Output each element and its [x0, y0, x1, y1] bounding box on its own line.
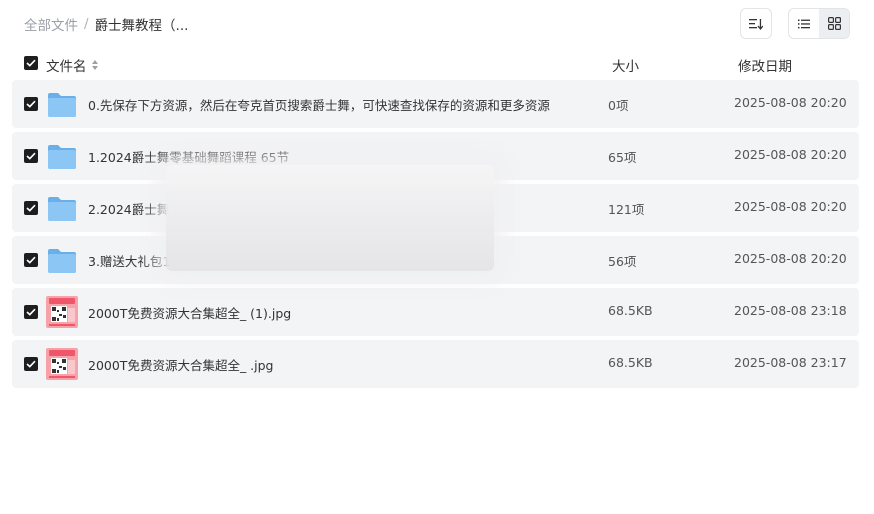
- list-view-icon: [798, 19, 810, 28]
- breadcrumb-current: 爵士舞教程（...: [94, 18, 189, 34]
- file-date: 2025-08-08 20:20: [734, 199, 847, 214]
- file-name[interactable]: 2000T免费资源大合集超全_ .jpg: [88, 355, 274, 374]
- list-view-button[interactable]: [789, 9, 819, 38]
- image-thumbnail-icon: [46, 348, 78, 380]
- grid-view-button[interactable]: [819, 9, 849, 38]
- file-row[interactable]: 2000T免费资源大合集超全_ (1).jpg 68.5KB 2025-08-08 …: [12, 288, 859, 336]
- breadcrumb: 全部文件 / 爵士舞教程（...: [24, 14, 188, 34]
- row-checkbox[interactable]: [24, 149, 38, 163]
- folder-icon: [46, 88, 78, 120]
- file-date: 2025-08-08 23:18: [734, 303, 847, 318]
- check-icon: [26, 59, 36, 67]
- sort-arrows-icon: [91, 60, 98, 70]
- file-name[interactable]: 3.赠送大礼包1: [88, 251, 170, 270]
- row-checkbox[interactable]: [24, 97, 38, 111]
- top-bar: 全部文件 / 爵士舞教程（...: [0, 0, 874, 48]
- check-icon: [26, 100, 36, 108]
- sort-list-icon: [749, 18, 763, 30]
- row-checkbox[interactable]: [24, 305, 38, 319]
- row-checkbox[interactable]: [24, 201, 38, 215]
- file-date: 2025-08-08 20:20: [734, 95, 847, 110]
- file-name[interactable]: 2.2024爵士舞: [88, 199, 169, 218]
- check-icon: [26, 360, 36, 368]
- file-name[interactable]: 0.先保存下方资源，然后在夸克首页搜索爵士舞，可快速查找保存的资源和更多资源: [88, 95, 550, 114]
- column-header-size[interactable]: 大小: [612, 55, 639, 75]
- column-header-date[interactable]: 修改日期: [738, 55, 792, 75]
- folder-icon: [46, 244, 78, 276]
- file-name[interactable]: 1.2024爵士舞零基础舞蹈课程 65节: [88, 147, 289, 166]
- select-all-checkbox[interactable]: [24, 56, 38, 70]
- file-name[interactable]: 2000T免费资源大合集超全_ (1).jpg: [88, 303, 291, 322]
- file-size: 68.5KB: [608, 303, 653, 318]
- file-size: 0项: [608, 98, 629, 113]
- check-icon: [26, 308, 36, 316]
- breadcrumb-root-link[interactable]: 全部文件: [24, 14, 78, 34]
- table-header: 文件名 大小 修改日期: [0, 48, 874, 80]
- check-icon: [26, 152, 36, 160]
- file-size: 65项: [608, 150, 637, 165]
- file-size: 121项: [608, 202, 645, 217]
- check-icon: [26, 256, 36, 264]
- sort-button[interactable]: [740, 8, 772, 39]
- blurred-overlay: [166, 165, 494, 271]
- file-row[interactable]: 0.先保存下方资源，然后在夸克首页搜索爵士舞，可快速查找保存的资源和更多资源 0项…: [12, 80, 859, 128]
- file-row[interactable]: 2000T免费资源大合集超全_ .jpg 68.5KB 2025-08-08 23:…: [12, 340, 859, 388]
- folder-icon: [46, 140, 78, 172]
- breadcrumb-separator: /: [84, 16, 89, 32]
- check-icon: [26, 204, 36, 212]
- row-checkbox[interactable]: [24, 253, 38, 267]
- column-header-name-label: 文件名: [46, 59, 87, 75]
- row-checkbox[interactable]: [24, 357, 38, 371]
- file-size: 68.5KB: [608, 355, 653, 370]
- image-thumbnail-icon: [46, 296, 78, 328]
- view-toggle: [788, 8, 850, 39]
- file-size: 56项: [608, 254, 637, 269]
- grid-view-icon: [827, 17, 841, 30]
- file-date: 2025-08-08 23:17: [734, 355, 847, 370]
- folder-icon: [46, 192, 78, 224]
- file-date: 2025-08-08 20:20: [734, 251, 847, 266]
- column-header-name[interactable]: 文件名: [46, 55, 98, 75]
- file-date: 2025-08-08 20:20: [734, 147, 847, 162]
